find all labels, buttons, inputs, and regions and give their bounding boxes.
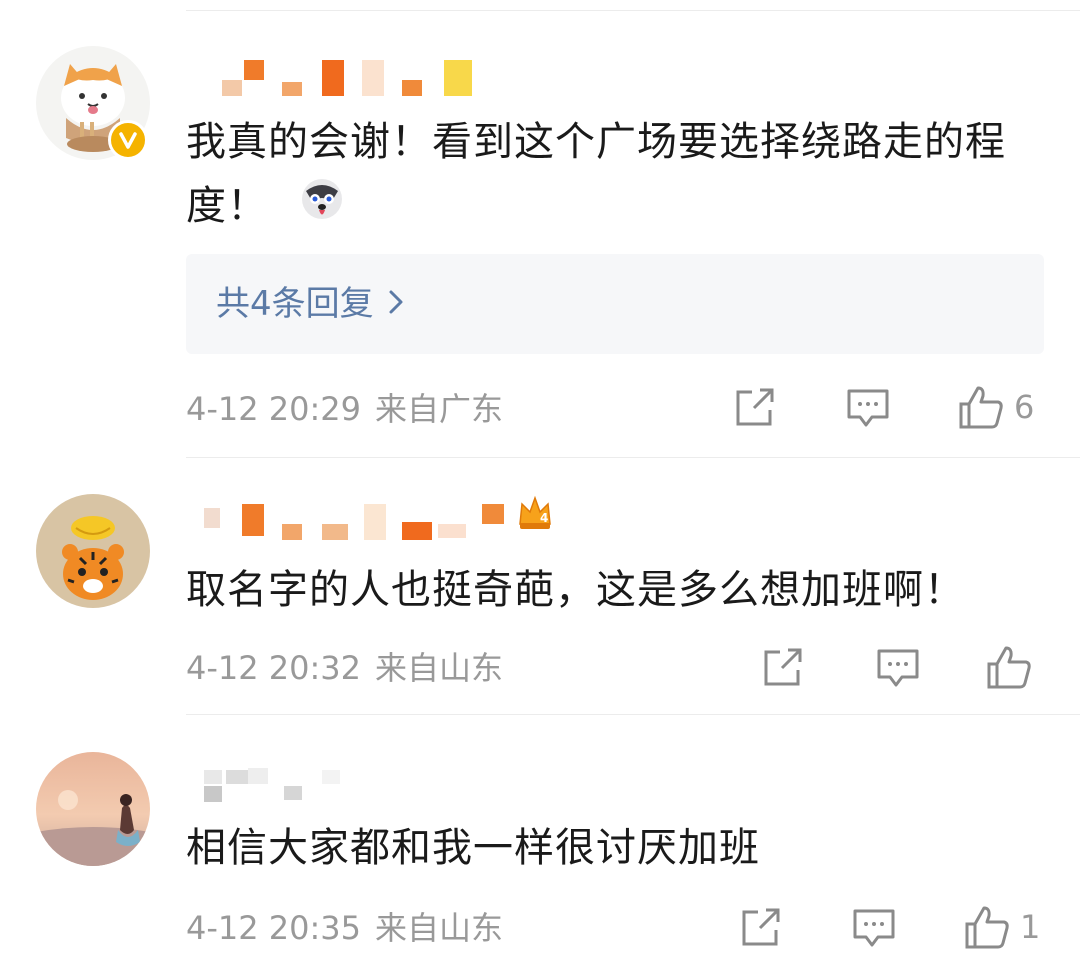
svg-text:4: 4 — [540, 511, 548, 525]
husky-emoji-icon — [300, 176, 344, 240]
comment-button[interactable] — [852, 908, 896, 950]
comment-button[interactable] — [846, 388, 890, 430]
avatar[interactable] — [36, 752, 150, 866]
comment-meta: 4-12 20:29 来自广东 — [186, 387, 503, 431]
like-button[interactable]: 6 — [958, 384, 1034, 430]
replies-box[interactable]: 共4条回复 — [186, 254, 1044, 354]
chevron-right-icon — [388, 279, 404, 329]
share-icon — [742, 908, 780, 946]
share-button[interactable] — [762, 648, 804, 688]
thumbs-up-icon — [959, 386, 1003, 429]
comment-text: 取名字的人也挺奇葩，这是多么想加班啊！ — [186, 567, 965, 613]
like-count: 1 — [1020, 908, 1041, 946]
replies-label: 共4条回复 — [216, 284, 374, 324]
share-button[interactable] — [740, 908, 782, 948]
comment-time: 4-12 20:35 — [186, 909, 362, 947]
username-blurred[interactable]: 4 — [186, 495, 566, 544]
sunset-photo-avatar-icon — [36, 752, 150, 866]
comment-item: 我真的会谢！看到这个广场要选择绕路走的程度！ 共4条回复 4-12 20:29 来… — [0, 0, 1080, 460]
comment-icon — [877, 649, 919, 687]
comment-meta: 4-12 20:32 来自山东 — [186, 646, 503, 690]
comment-time: 4-12 20:29 — [186, 390, 362, 428]
share-button[interactable] — [734, 388, 776, 428]
verified-badge-icon — [108, 120, 148, 160]
share-icon — [764, 648, 802, 686]
comment-text: 我真的会谢！看到这个广场要选择绕路走的程度！ — [186, 110, 1040, 240]
share-icon — [736, 388, 774, 426]
crown-badge-icon: 4 — [516, 494, 554, 532]
comment-text: 相信大家都和我一样很讨厌加班 — [186, 825, 760, 871]
comment-location: 来自山东 — [375, 909, 504, 947]
thumbs-up-icon — [987, 646, 1031, 689]
comment-location: 来自广东 — [375, 390, 504, 428]
like-button[interactable]: 1 — [964, 904, 1040, 950]
view-replies-link[interactable]: 共4条回复 — [216, 279, 404, 329]
comment-button[interactable] — [876, 648, 920, 690]
comment-location: 来自山东 — [375, 649, 504, 687]
avatar[interactable] — [36, 494, 150, 608]
thumbs-up-icon — [965, 906, 1009, 949]
like-button[interactable] — [986, 644, 1042, 690]
comment-time: 4-12 20:32 — [186, 649, 362, 687]
username-blurred[interactable] — [186, 764, 566, 810]
comment-meta: 4-12 20:35 来自山东 — [186, 906, 503, 950]
tiger-avatar-icon — [36, 494, 150, 608]
comment-icon — [847, 389, 889, 427]
comment-icon — [853, 909, 895, 947]
comment-item: 4 取名字的人也挺奇葩，这是多么想加班啊！ 4-12 20:32 来自山东 — [0, 458, 1080, 716]
username-blurred[interactable] — [186, 58, 566, 104]
like-count: 6 — [1014, 388, 1035, 426]
comment-divider — [186, 714, 1080, 715]
comment-item: 相信大家都和我一样很讨厌加班 4-12 20:35 来自山东 1 — [0, 716, 1080, 966]
